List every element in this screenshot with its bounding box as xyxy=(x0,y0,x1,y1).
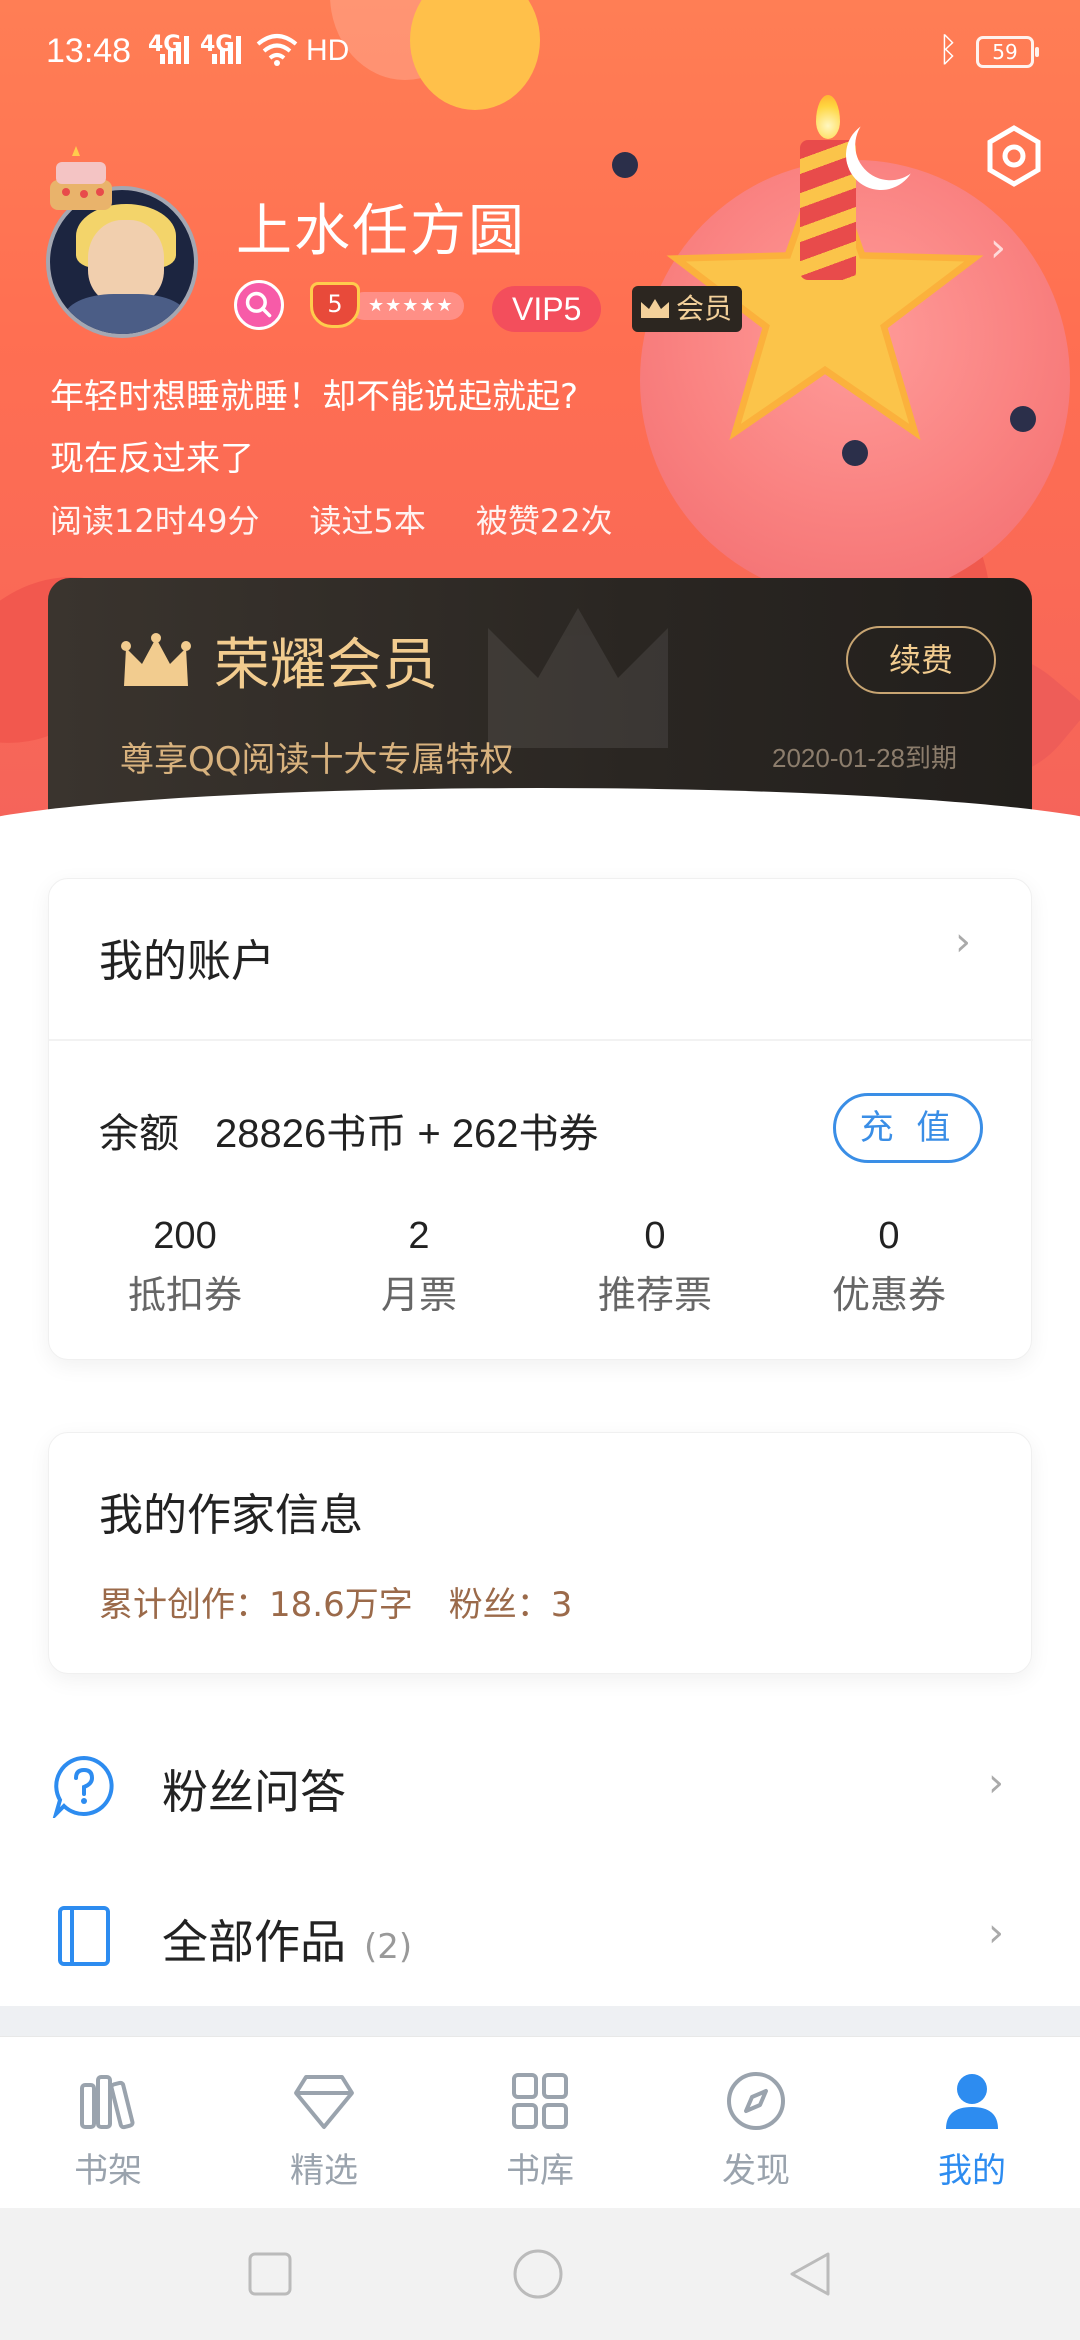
tab-label: 书架 xyxy=(74,2151,142,2191)
tab-bookshelf[interactable]: 书架 xyxy=(0,2037,216,2209)
system-navigation-bar xyxy=(0,2208,1080,2340)
section-divider xyxy=(0,2006,1080,2036)
bluetooth-icon: ᛒ xyxy=(938,30,959,70)
hd-indicator: HD xyxy=(306,34,350,67)
person-illustration xyxy=(1010,406,1036,432)
writer-info-title: 我的作家信息 xyxy=(99,1490,363,1541)
vip-card-title: 荣耀会员 xyxy=(214,633,438,698)
birthday-cake-icon xyxy=(50,146,112,210)
menu-label: 全部作品 (2) xyxy=(162,1906,412,1972)
person-illustration xyxy=(842,440,868,466)
tab-mine[interactable]: 我的 xyxy=(864,2037,1080,2209)
diamond-icon xyxy=(294,2075,354,2129)
tab-label: 精选 xyxy=(290,2151,358,2191)
chevron-right-icon: › xyxy=(988,1760,1004,1806)
grid-icon xyxy=(512,2073,568,2129)
tab-featured[interactable]: 精选 xyxy=(216,2037,432,2209)
bio-line: 年轻时想睡就睡！却不能说起就起? xyxy=(50,377,579,417)
chevron-right-icon[interactable]: › xyxy=(955,919,971,965)
menu-item-fan-qa[interactable]: 粉丝问答 › xyxy=(0,1716,1080,1856)
question-icon xyxy=(52,1755,114,1818)
account-title[interactable]: 我的账户 xyxy=(99,925,275,989)
avatar-face xyxy=(88,220,164,304)
stat-value: 0 xyxy=(644,1215,666,1257)
menu-label-text: 全部作品 xyxy=(162,1915,346,1969)
level-stars: ★★★★★ xyxy=(350,292,464,320)
voucher-stat[interactable]: 200 抵扣券 xyxy=(85,1215,285,1319)
vip-card-subtitle: 尊享QQ阅读十大专属特权 xyxy=(120,740,514,780)
balance-value: 28826书币 + 262书券 xyxy=(215,1112,599,1156)
level-badge[interactable]: ★★★★★ 5 xyxy=(310,282,470,328)
books-read[interactable]: 读过5本 xyxy=(309,496,425,542)
username: 上水任方圆 xyxy=(236,199,526,264)
tab-discover[interactable]: 发现 xyxy=(648,2037,864,2209)
stat-label: 推荐票 xyxy=(597,1273,712,1317)
vip-badge[interactable]: VIP5 xyxy=(492,286,602,332)
tab-label: 书库 xyxy=(506,2151,574,2191)
likes-count[interactable]: 被赞22次 xyxy=(476,496,613,542)
recharge-button[interactable]: 充 值 xyxy=(833,1093,983,1163)
stat-label: 月票 xyxy=(380,1273,457,1317)
vip-expiry-date: 2020-01-28到期 xyxy=(772,743,957,773)
coupon-stat[interactable]: 0 优惠券 xyxy=(789,1215,989,1319)
bottom-tab-bar: 书架 精选 书库 发现 我的 xyxy=(0,2036,1080,2208)
writer-info-card[interactable]: 我的作家信息 累计创作：18.6万字 粉丝：3 xyxy=(48,1432,1032,1674)
menu-label: 粉丝问答 xyxy=(162,1765,346,1819)
person-illustration xyxy=(612,152,638,178)
writer-stats: 累计创作：18.6万字 粉丝：3 xyxy=(99,1577,572,1626)
member-badge-label: 会员 xyxy=(676,292,733,325)
divider xyxy=(49,1039,1033,1041)
menu-item-all-works[interactable]: 全部作品 (2) › xyxy=(0,1866,1080,2006)
avatar-body xyxy=(64,294,188,334)
battery-level: 59 xyxy=(992,40,1018,64)
member-badge[interactable]: 会员 xyxy=(632,286,743,332)
crown-icon xyxy=(121,633,191,686)
stat-value: 2 xyxy=(408,1215,430,1257)
account-card: 我的账户 › 余额 28826书币 + 262书券 充 值 200 抵扣券 2 月… xyxy=(48,878,1033,1360)
tab-label: 发现 xyxy=(722,2151,790,2191)
compass-icon xyxy=(727,2072,785,2130)
tab-label: 我的 xyxy=(938,2151,1006,2191)
level-number: 5 xyxy=(327,290,343,318)
signal-icon xyxy=(212,36,241,64)
wifi-icon xyxy=(256,34,298,66)
stat-value: 0 xyxy=(878,1215,900,1257)
works-count: (2) xyxy=(364,1927,413,1967)
recent-apps-icon[interactable] xyxy=(244,2248,296,2300)
balance-row: 余额 28826书币 + 262书券 xyxy=(99,1101,599,1159)
reading-stats: 阅读12时49分 读过5本 被赞22次 xyxy=(50,496,613,542)
monthly-ticket-stat[interactable]: 2 月票 xyxy=(319,1215,519,1319)
signal-icon xyxy=(160,36,189,64)
balance-label: 余额 xyxy=(99,1111,179,1157)
stat-value: 200 xyxy=(153,1215,217,1257)
level-shield-icon: 5 xyxy=(310,282,360,328)
settings-icon[interactable] xyxy=(982,124,1046,188)
search-badge-icon[interactable] xyxy=(234,280,284,330)
chevron-right-icon[interactable]: › xyxy=(990,225,1006,271)
home-icon[interactable] xyxy=(512,2248,564,2300)
book-icon xyxy=(58,1906,110,1966)
person-icon xyxy=(946,2074,998,2129)
fans-count: 粉丝：3 xyxy=(448,1585,573,1625)
clock: 13:48 xyxy=(46,32,132,70)
stat-label: 优惠券 xyxy=(831,1273,946,1317)
renew-button[interactable]: 续费 xyxy=(846,626,996,694)
bookshelf-icon xyxy=(80,2075,135,2130)
recommend-ticket-stat[interactable]: 0 推荐票 xyxy=(555,1215,755,1319)
tab-library[interactable]: 书库 xyxy=(432,2037,648,2209)
status-bar: 13:48 4G 4G HD ᛒ 59 xyxy=(0,0,1080,110)
total-words: 累计创作：18.6万字 xyxy=(99,1585,413,1625)
crown-icon xyxy=(641,299,669,318)
bio-line: 现在反过来了 xyxy=(50,439,254,479)
user-bio: 年轻时想睡就睡！却不能说起就起? 现在反过来了 xyxy=(50,366,690,490)
battery-icon: 59 xyxy=(976,36,1039,68)
read-time[interactable]: 阅读12时49分 xyxy=(50,496,259,542)
profile-header: 13:48 4G 4G HD ᛒ 59 › 上水任方圆 ★★★★★ 5 VIP5… xyxy=(0,0,1080,830)
stat-label: 抵扣券 xyxy=(127,1273,242,1317)
back-icon[interactable] xyxy=(784,2248,836,2300)
chevron-right-icon: › xyxy=(988,1910,1004,1956)
